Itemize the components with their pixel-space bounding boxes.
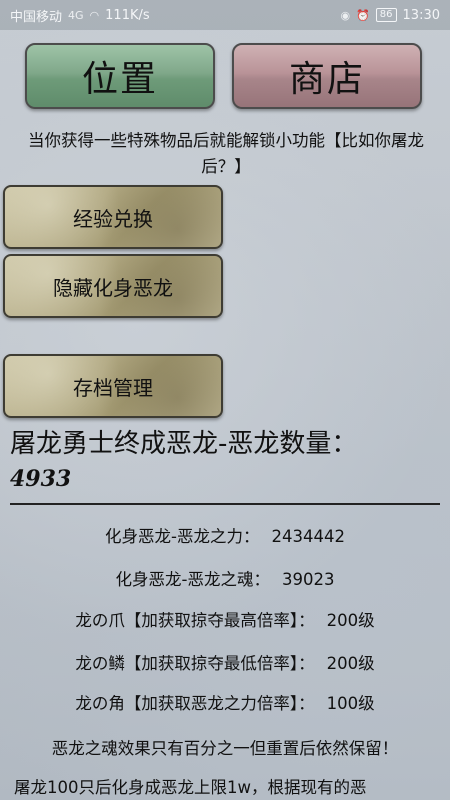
status-bar: 中国移动 4G ◠ 111K/s ◉ ⏰ 86 13:30 <box>0 0 450 30</box>
status-right: ◉ ⏰ 86 13:30 <box>340 8 440 23</box>
eye-icon: ◉ <box>340 8 351 22</box>
stat-value: 39023 <box>281 570 335 589</box>
stat-dragon-scale: 龙の鳞【加获取掠夺最低倍率】： 200级 <box>0 650 450 674</box>
location-button[interactable]: 位置 <box>25 43 215 109</box>
alarm-icon: ⏰ <box>356 8 370 22</box>
shop-button[interactable]: 商店 <box>232 43 422 109</box>
stat-label: 龙の爪【加获取掠夺最高倍率】： <box>75 611 315 630</box>
stat-dragon-power: 化身恶龙-恶龙之力： 2434442 <box>0 523 450 547</box>
limit-note-text: 屠龙100只后化身成恶龙上限1w，根据现有的恶 <box>14 778 367 797</box>
stat-label: 化身恶龙-恶龙之魂： <box>115 570 270 589</box>
battery-icon: 86 <box>375 8 397 22</box>
unlock-hint-text: 当你获得一些特殊物品后就能解锁小功能【比如你屠龙后？】 <box>28 131 424 176</box>
stat-label: 龙の角【加获取恶龙之力倍率】： <box>75 694 315 713</box>
network-speed: 111K/s <box>105 7 150 23</box>
stat-dragon-claw: 龙の爪【加获取掠夺最高倍率】： 200级 <box>0 607 450 631</box>
stat-value: 100级 <box>326 694 375 713</box>
signal-icon: 4G <box>68 8 84 22</box>
soul-note-text: 恶龙之魂效果只有百分之一但重置后依然保留！ <box>51 739 399 758</box>
dragon-count-title: 屠龙勇士终成恶龙-恶龙数量： <box>10 429 358 459</box>
stat-label: 化身恶龙-恶龙之力： <box>105 527 260 546</box>
clock: 13:30 <box>402 7 440 23</box>
stat-dragon-soul: 化身恶龙-恶龙之魂： 39023 <box>0 566 450 590</box>
exp-exchange-button[interactable]: 经验兑换 <box>3 185 223 249</box>
save-management-button[interactable]: 存档管理 <box>3 354 223 418</box>
dragon-count-value: 4933 <box>10 466 72 492</box>
divider <box>10 503 440 505</box>
hide-dragon-form-button[interactable]: 隐藏化身恶龙 <box>3 254 223 318</box>
carrier-label: 中国移动 <box>10 9 63 25</box>
stat-value: 200级 <box>326 654 375 673</box>
wifi-icon: ◠ <box>89 8 100 22</box>
status-left: 中国移动 4G ◠ 111K/s <box>10 6 150 25</box>
stat-label: 龙の鳞【加获取掠夺最低倍率】： <box>75 654 315 673</box>
stat-value: 2434442 <box>271 527 345 546</box>
stat-value: 200级 <box>326 611 375 630</box>
stat-dragon-horn: 龙の角【加获取恶龙之力倍率】： 100级 <box>0 690 450 714</box>
